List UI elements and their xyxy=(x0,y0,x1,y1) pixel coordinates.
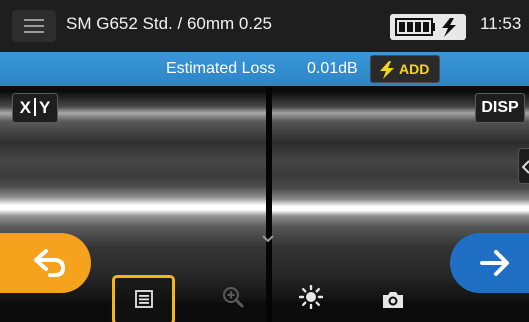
camera-icon xyxy=(383,292,403,308)
status-bar: SM G652 Std. / 60mm 0.25 11:53 xyxy=(0,0,529,52)
estimated-loss-banner: Estimated Loss 0.01dB xyxy=(0,52,529,86)
zoom-in-icon xyxy=(223,287,244,308)
clock: 11:53 xyxy=(480,14,522,33)
back-arrow-icon xyxy=(34,249,66,277)
chevron-left-icon xyxy=(522,160,529,174)
estimated-loss-value: 0.01dB xyxy=(307,60,358,77)
xy-view-toggle-button[interactable]: XY xyxy=(12,93,58,123)
report-button[interactable] xyxy=(112,275,175,322)
lightning-icon xyxy=(380,61,394,79)
battery-indicator xyxy=(390,14,466,40)
add-loss-button[interactable]: ADD xyxy=(370,55,440,83)
disp-button[interactable]: DISP xyxy=(475,93,525,123)
brightness-icon xyxy=(299,285,323,309)
side-panel-tab[interactable] xyxy=(518,148,529,184)
next-button[interactable] xyxy=(450,233,529,293)
menu-button[interactable] xyxy=(12,10,56,42)
back-button[interactable] xyxy=(0,233,91,293)
zoom-in-button[interactable] xyxy=(213,278,253,318)
chevron-down-icon[interactable] xyxy=(262,235,274,243)
hamburger-icon xyxy=(24,19,44,33)
add-button-label: ADD xyxy=(399,61,430,77)
next-arrow-icon xyxy=(480,250,509,276)
xy-label-x: X xyxy=(19,98,31,117)
xy-label-y: Y xyxy=(39,98,51,117)
estimated-loss-label: Estimated Loss xyxy=(166,60,276,77)
view-divider xyxy=(266,86,272,322)
battery-charging-icon xyxy=(395,18,456,37)
camera-button[interactable] xyxy=(373,278,413,318)
report-icon xyxy=(135,290,153,308)
splice-program-title[interactable]: SM G652 Std. / 60mm 0.25 xyxy=(66,14,272,34)
brightness-button[interactable] xyxy=(291,278,331,318)
